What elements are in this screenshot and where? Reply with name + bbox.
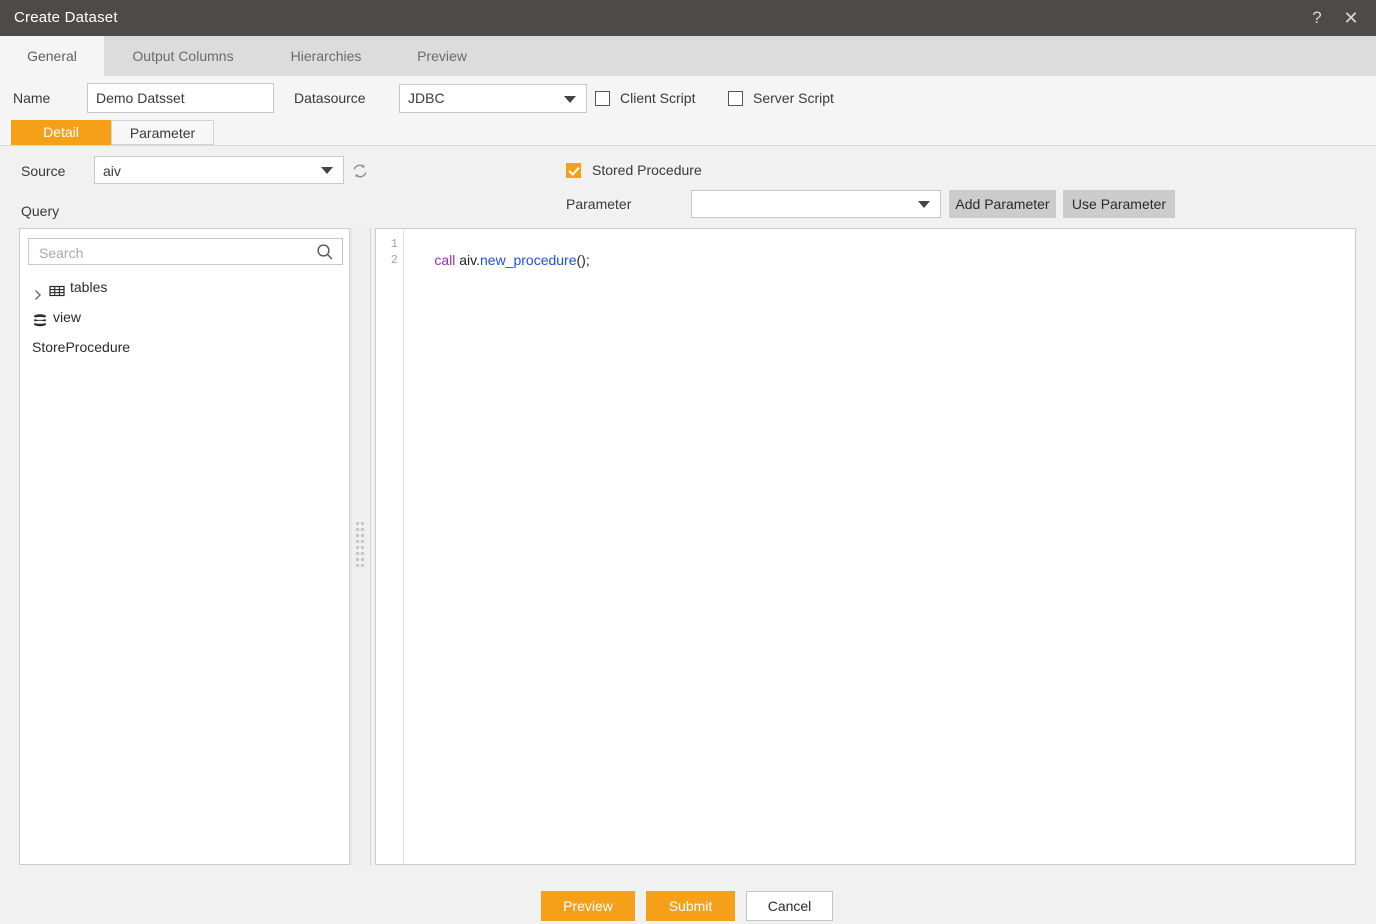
name-label: Name	[13, 90, 51, 106]
database-stack-icon	[32, 309, 48, 327]
editor-gutter: 1 2	[376, 229, 404, 864]
datasource-label: Datasource	[294, 90, 366, 106]
source-select[interactable]: aiv	[94, 156, 344, 184]
tree-item-view[interactable]: view	[20, 302, 351, 332]
chevron-down-icon	[564, 95, 576, 103]
chevron-down-icon	[918, 201, 930, 208]
server-script-label: Server Script	[753, 90, 834, 106]
line-number: 2	[390, 253, 398, 267]
window-title: Create Dataset	[14, 9, 118, 26]
search-box[interactable]	[28, 238, 343, 266]
tab-hierarchies[interactable]: Hierarchies	[262, 36, 390, 76]
subtab-detail[interactable]: Detail	[11, 120, 111, 145]
tree-item-label: view	[53, 309, 82, 325]
schema-tree-panel: tables view StoreProcedure	[19, 228, 350, 865]
splitter-grip-icon	[356, 521, 366, 572]
dialog-footer: Preview Submit Cancel	[0, 870, 1376, 924]
stored-procedure-checkbox[interactable]	[566, 163, 581, 178]
chevron-right-icon[interactable]	[32, 281, 44, 300]
code-token-function: new_procedure	[480, 252, 577, 268]
source-label: Source	[21, 163, 66, 179]
datasource-select[interactable]: JDBC	[399, 84, 587, 113]
use-parameter-button[interactable]: Use Parameter	[1063, 190, 1175, 218]
client-script-checkbox[interactable]	[595, 91, 610, 106]
search-input[interactable]	[37, 239, 311, 266]
query-label: Query	[21, 203, 60, 219]
server-script-checkbox[interactable]	[728, 91, 743, 106]
table-grid-icon	[49, 279, 65, 297]
tab-output-columns[interactable]: Output Columns	[104, 36, 262, 76]
detail-subtabs: Detail Parameter	[0, 120, 1376, 145]
line-number: 1	[390, 237, 398, 251]
submit-button[interactable]: Submit	[646, 891, 735, 921]
dataset-name-input[interactable]	[87, 83, 274, 113]
close-icon[interactable]: ✕	[1334, 0, 1368, 36]
cancel-button[interactable]: Cancel	[746, 891, 833, 921]
tree-item-label: StoreProcedure	[32, 339, 131, 355]
code-token-schema: aiv.	[459, 252, 480, 268]
stored-procedure-label: Stored Procedure	[592, 162, 702, 178]
tree-item-tables[interactable]: tables	[20, 272, 351, 302]
tab-preview[interactable]: Preview	[390, 36, 494, 76]
source-select-value: aiv	[103, 163, 121, 179]
tree-item-storeprocedure[interactable]: StoreProcedure	[20, 332, 351, 362]
client-script-label: Client Script	[620, 90, 696, 106]
tab-general[interactable]: General	[0, 36, 104, 76]
preview-button[interactable]: Preview	[541, 891, 635, 921]
help-icon[interactable]: ?	[1300, 0, 1334, 36]
code-token-punctuation: ();	[576, 252, 590, 268]
panel-splitter[interactable]	[351, 228, 371, 865]
window-titlebar: Create Dataset ? ✕	[0, 0, 1376, 36]
add-parameter-button[interactable]: Add Parameter	[949, 190, 1056, 218]
tree-item-label: tables	[70, 279, 108, 295]
subtab-parameter[interactable]: Parameter	[111, 120, 214, 145]
refresh-icon[interactable]	[351, 162, 369, 180]
detail-panel: Source aiv Query Stored Procedure Parame…	[0, 145, 1376, 871]
parameter-label: Parameter	[566, 196, 632, 212]
code-token-keyword: call	[434, 252, 460, 268]
form-header-row: Name Datasource JDBC Client Script Serve…	[0, 76, 1376, 120]
main-tabstrip: General Output Columns Hierarchies Previ…	[0, 36, 1376, 77]
datasource-select-value: JDBC	[408, 90, 445, 106]
editor-code-line-1[interactable]: call aiv.new_procedure();	[411, 236, 590, 284]
sql-editor[interactable]: 1 2 call aiv.new_procedure();	[375, 228, 1356, 865]
chevron-down-icon	[321, 167, 333, 174]
parameter-select[interactable]	[691, 190, 941, 218]
search-icon[interactable]	[316, 243, 334, 261]
